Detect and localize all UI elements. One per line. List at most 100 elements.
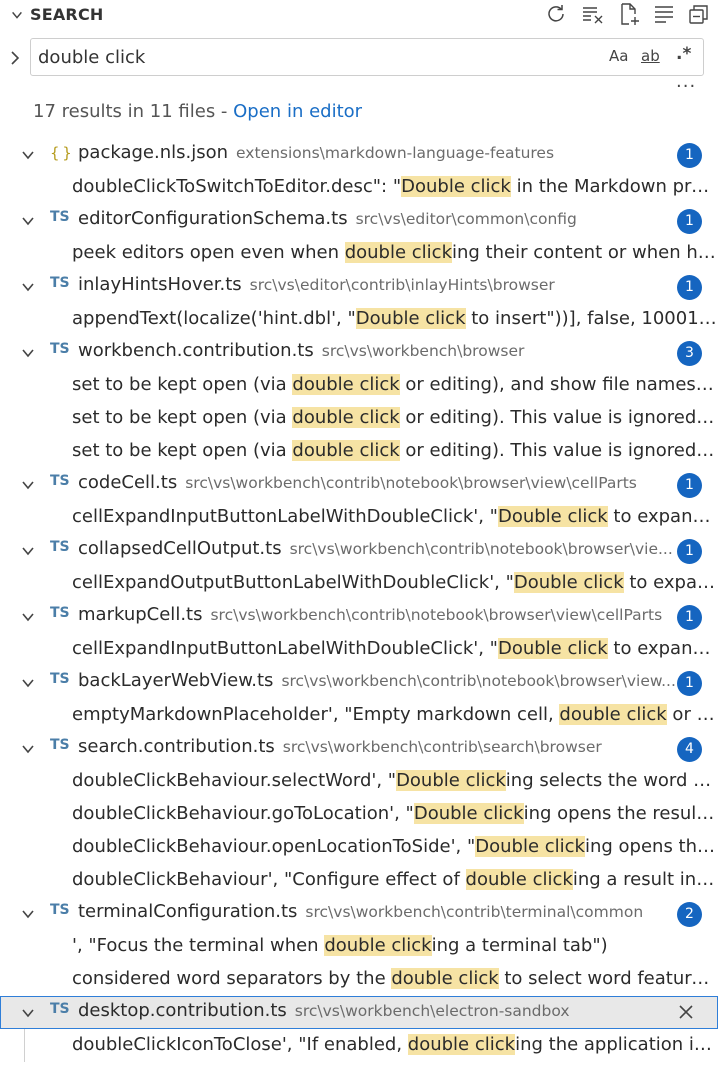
match-line[interactable]: ', "Focus the terminal when double click… (72, 930, 718, 963)
file-name-text: search.contribution.ts (78, 736, 275, 757)
match-line[interactable]: set to be kept open (via double click or… (72, 435, 718, 468)
match-highlight: Double click (413, 803, 524, 824)
expand-chevron-icon[interactable] (20, 675, 36, 691)
typescript-file-icon: TS (50, 671, 70, 687)
typescript-file-icon: TS (50, 473, 70, 489)
file-result-row[interactable]: TS workbench.contribution.ts src\vs\workbe… (0, 336, 718, 369)
file-name-text: markupCell.ts (78, 604, 203, 625)
expand-chevron-icon[interactable] (20, 213, 36, 229)
use-regex-icon[interactable]: .* (676, 44, 691, 66)
open-in-editor-link[interactable]: Open in editor (233, 101, 362, 122)
match-highlight: double click (465, 869, 573, 890)
file-path: extensions\markdown-language-features (236, 144, 555, 162)
file-path: src\vs\editor\common\config (355, 210, 577, 228)
search-input[interactable]: double click Aa ab .* (30, 38, 704, 76)
match-suffix: to select word feature."), (498, 968, 718, 989)
expand-chevron-icon[interactable] (20, 477, 36, 493)
file-name: desktop.contribution.ts src\vs\workbench\… (78, 1000, 570, 1021)
file-result-row[interactable]: TS codeCell.ts src\vs\workbench\contrib\no… (0, 468, 718, 501)
file-name: package.nls.json extensions\markdown-lang… (78, 142, 554, 163)
file-result-row[interactable]: TS markupCell.ts src\vs\workbench\contrib\… (0, 600, 718, 633)
chevron-down-icon[interactable] (10, 8, 24, 22)
match-count-badge: 2 (677, 902, 702, 927)
typescript-file-icon: TS (50, 341, 70, 357)
match-case-icon[interactable]: Aa (609, 47, 628, 69)
clear-results-icon[interactable] (581, 2, 605, 26)
file-name-text: codeCell.ts (78, 472, 178, 493)
match-prefix: cellExpandInputButtonLabelWithDoubleClic… (72, 638, 498, 659)
file-result-row[interactable]: TS desktop.contribution.ts src\vs\workbenc… (0, 996, 718, 1029)
match-suffix: ing their content or when hittin... (452, 242, 718, 263)
expand-chevron-icon[interactable] (20, 609, 36, 625)
match-prefix: doubleClickBehaviour.openLocationToSide'… (72, 836, 476, 857)
file-path: src\vs\editor\contrib\inlayHints\browser (249, 276, 555, 294)
match-suffix: ing a result in a se... (572, 869, 718, 890)
match-suffix: or editing). This value is ignored whe..… (405, 407, 718, 428)
match-count-badge: 1 (677, 671, 702, 696)
file-result-row[interactable]: TS editorConfigurationSchema.ts src\vs\edi… (0, 204, 718, 237)
match-line[interactable]: set to be kept open (via double click or… (72, 369, 718, 402)
typescript-file-icon: TS (50, 275, 70, 291)
refresh-icon[interactable] (544, 2, 568, 26)
expand-chevron-icon[interactable] (20, 543, 36, 559)
new-search-editor-icon[interactable] (617, 2, 641, 26)
file-result-row[interactable]: TS backLayerWebView.ts src\vs\workbench\co… (0, 666, 718, 699)
match-line[interactable]: cellExpandInputButtonLabelWithDoubleClic… (72, 501, 718, 534)
typescript-file-icon: TS (50, 539, 70, 555)
typescript-file-icon: TS (50, 1001, 70, 1017)
expand-chevron-icon[interactable] (20, 741, 36, 757)
file-name: editorConfigurationSchema.ts src\vs\edito… (78, 208, 577, 229)
match-line[interactable]: doubleClickToSwitchToEditor.desc": "Doub… (72, 171, 718, 204)
match-prefix: set to be kept open (via (72, 407, 293, 428)
match-line[interactable]: doubleClickBehaviour.goToLocation', "Dou… (72, 798, 718, 831)
file-result-row[interactable]: TS search.contribution.ts src\vs\workbench… (0, 732, 718, 765)
file-result-row[interactable]: TS collapsedCellOutput.ts src\vs\workbench… (0, 534, 718, 567)
file-name: workbench.contribution.ts src\vs\workbenc… (78, 340, 524, 361)
expand-chevron-icon[interactable] (20, 1005, 36, 1021)
match-line[interactable]: cellExpandOutputButtonLabelWithDoubleCli… (72, 567, 718, 600)
match-count-badge: 1 (677, 473, 702, 498)
match-line[interactable]: cellExpandInputButtonLabelWithDoubleClic… (72, 633, 718, 666)
expand-chevron-icon[interactable] (20, 345, 36, 361)
view-as-tree-icon[interactable] (652, 2, 676, 26)
match-suffix: or editing). This value is ignored whe..… (405, 440, 718, 461)
match-line[interactable]: considered word separators by the double… (72, 963, 718, 996)
match-suffix: ing selects the word unde... (505, 770, 718, 791)
match-prefix: set to be kept open (via (72, 374, 293, 395)
expand-chevron-icon[interactable] (20, 279, 36, 295)
match-highlight: double click (292, 374, 400, 395)
match-line[interactable]: emptyMarkdownPlaceholder', "Empty markdo… (72, 699, 718, 732)
match-count-badge: 3 (677, 341, 702, 366)
match-suffix: to insert"))], false, 10001)); (465, 308, 718, 329)
match-line[interactable]: doubleClickBehaviour', "Configure effect… (72, 864, 718, 897)
file-name: inlayHintsHover.ts src\vs\editor\contrib\… (78, 274, 555, 295)
match-line[interactable]: appendText(localize('hint.dbl', "Double … (72, 303, 718, 336)
match-line[interactable]: peek editors open even when double click… (72, 237, 718, 270)
expand-chevron-icon[interactable] (20, 147, 36, 163)
collapse-all-icon[interactable] (687, 2, 711, 26)
dismiss-icon[interactable] (678, 1004, 694, 1020)
results-count-text: 17 results in 11 files - (33, 101, 234, 122)
typescript-file-icon: TS (50, 737, 70, 753)
file-result-row[interactable]: { } package.nls.json extensions\markdown-l… (0, 138, 718, 171)
match-whole-word-icon[interactable]: ab (641, 47, 660, 69)
more-actions-icon[interactable]: ··· (676, 76, 696, 97)
file-path: src\vs\workbench\contrib\notebook\browse… (289, 540, 673, 558)
match-line[interactable]: doubleClickBehaviour.selectWord', "Doubl… (72, 765, 718, 798)
search-view-header[interactable]: SEARCH (0, 0, 718, 30)
match-highlight: double click (292, 440, 400, 461)
search-input-value[interactable]: double click (38, 47, 145, 68)
toggle-replace-chevron-icon[interactable] (8, 48, 22, 68)
match-line[interactable]: doubleClickIconToClose', "If enabled, do… (72, 1029, 718, 1062)
results-summary: 17 results in 11 files - Open in editor (33, 101, 362, 122)
file-name-text: editorConfigurationSchema.ts (78, 208, 348, 229)
file-result-row[interactable]: TS inlayHintsHover.ts src\vs\editor\contri… (0, 270, 718, 303)
file-result-row[interactable]: TS terminalConfiguration.ts src\vs\workben… (0, 897, 718, 930)
file-name-text: collapsedCellOutput.ts (78, 538, 282, 559)
match-line[interactable]: set to be kept open (via double click or… (72, 402, 718, 435)
indent-guide (24, 1029, 25, 1062)
match-suffix: ing a terminal tab") (431, 935, 608, 956)
match-line[interactable]: doubleClickBehaviour.openLocationToSide'… (72, 831, 718, 864)
match-suffix: ing opens the re... (584, 836, 718, 857)
expand-chevron-icon[interactable] (20, 906, 36, 922)
